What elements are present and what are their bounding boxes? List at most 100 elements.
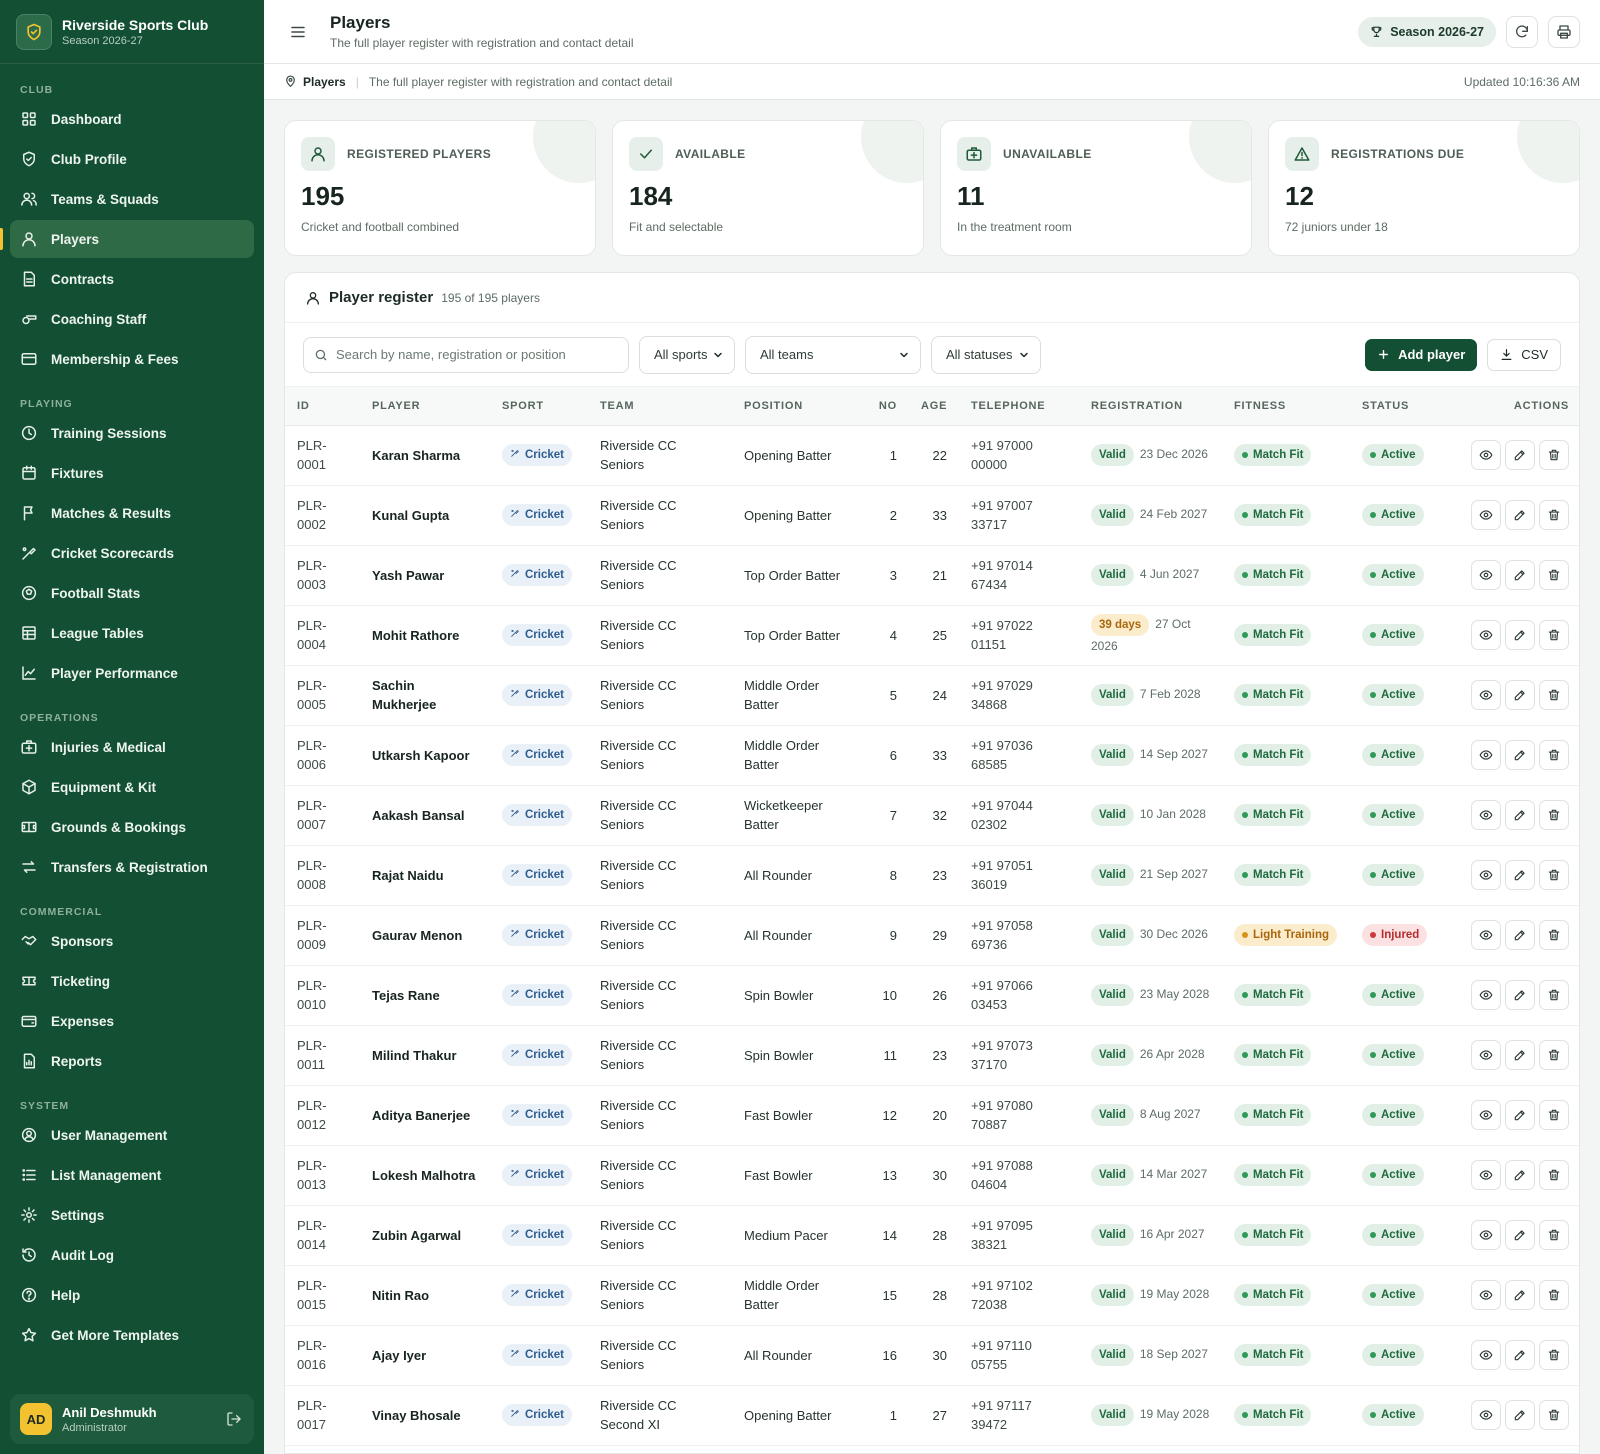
sidebar-item-transfers[interactable]: Transfers & Registration: [10, 848, 254, 886]
delete-button[interactable]: [1539, 1220, 1569, 1250]
player-name[interactable]: Mohit Rathore: [360, 605, 490, 666]
sidebar-item-sponsors[interactable]: Sponsors: [10, 922, 254, 960]
sidebar-item-user-mgmt[interactable]: User Management: [10, 1116, 254, 1154]
view-button[interactable]: [1471, 1100, 1501, 1130]
player-name[interactable]: Ajay Iyer: [360, 1325, 490, 1386]
sidebar-item-settings[interactable]: Settings: [10, 1196, 254, 1234]
player-name[interactable]: Tejas Rane: [360, 965, 490, 1026]
edit-button[interactable]: [1505, 740, 1535, 770]
edit-button[interactable]: [1505, 560, 1535, 590]
player-name[interactable]: Nitin Rao: [360, 1265, 490, 1326]
view-button[interactable]: [1471, 1160, 1501, 1190]
sidebar-item-equipment[interactable]: Equipment & Kit: [10, 768, 254, 806]
delete-button[interactable]: [1539, 740, 1569, 770]
delete-button[interactable]: [1539, 1100, 1569, 1130]
search-box[interactable]: [303, 336, 629, 373]
sidebar-item-players[interactable]: Players: [0, 220, 254, 258]
sidebar-item-club-profile[interactable]: Club Profile: [10, 140, 254, 178]
sidebar-item-dashboard[interactable]: Dashboard: [10, 100, 254, 138]
delete-button[interactable]: [1539, 860, 1569, 890]
view-button[interactable]: [1471, 740, 1501, 770]
view-button[interactable]: [1471, 560, 1501, 590]
search-input[interactable]: [336, 347, 616, 362]
sport-filter-select[interactable]: All sports: [639, 335, 735, 374]
view-button[interactable]: [1471, 860, 1501, 890]
player-name[interactable]: Aakash Bansal: [360, 785, 490, 846]
logout-icon[interactable]: [224, 1409, 244, 1429]
edit-button[interactable]: [1505, 1400, 1535, 1430]
delete-button[interactable]: [1539, 1400, 1569, 1430]
edit-button[interactable]: [1505, 860, 1535, 890]
edit-button[interactable]: [1505, 620, 1535, 650]
player-name[interactable]: Karan Sharma: [360, 425, 490, 486]
edit-button[interactable]: [1505, 920, 1535, 950]
table-row[interactable]: PLR-0004 Mohit Rathore Cricket Riverside CC…: [285, 605, 1579, 666]
table-row[interactable]: PLR-0014 Zubin Agarwal Cricket Riverside CC…: [285, 1205, 1579, 1266]
player-name[interactable]: Yash Pawar: [360, 545, 490, 606]
edit-button[interactable]: [1505, 1040, 1535, 1070]
delete-button[interactable]: [1539, 1340, 1569, 1370]
edit-button[interactable]: [1505, 1160, 1535, 1190]
table-row[interactable]: PLR-0017 Vinay Bhosale Cricket Riverside CC…: [285, 1385, 1579, 1446]
view-button[interactable]: [1471, 1280, 1501, 1310]
table-row[interactable]: PLR-0008 Rajat Naidu Cricket Riverside CC S…: [285, 845, 1579, 906]
sidebar-item-expenses[interactable]: Expenses: [10, 1002, 254, 1040]
table-row[interactable]: PLR-0003 Yash Pawar Cricket Riverside CC Se…: [285, 545, 1579, 606]
sidebar-item-templates[interactable]: Get More Templates: [10, 1316, 254, 1354]
delete-button[interactable]: [1539, 800, 1569, 830]
edit-button[interactable]: [1505, 440, 1535, 470]
edit-button[interactable]: [1505, 980, 1535, 1010]
season-selector[interactable]: Season 2026-27: [1358, 16, 1496, 47]
view-button[interactable]: [1471, 620, 1501, 650]
sidebar-item-football[interactable]: Football Stats: [10, 574, 254, 612]
edit-button[interactable]: [1505, 1280, 1535, 1310]
delete-button[interactable]: [1539, 680, 1569, 710]
print-button[interactable]: [1548, 15, 1580, 48]
sidebar-item-training[interactable]: Training Sessions: [10, 414, 254, 452]
brand[interactable]: Riverside Sports Club Season 2026-27: [0, 0, 264, 64]
sidebar-item-membership[interactable]: Membership & Fees: [10, 340, 254, 378]
view-button[interactable]: [1471, 980, 1501, 1010]
delete-button[interactable]: [1539, 920, 1569, 950]
team-filter-select[interactable]: All teams: [745, 335, 921, 374]
status-filter-select[interactable]: All statuses: [931, 335, 1041, 374]
player-name[interactable]: Gaurav Menon: [360, 905, 490, 966]
edit-button[interactable]: [1505, 1220, 1535, 1250]
sidebar-item-list-mgmt[interactable]: List Management: [10, 1156, 254, 1194]
menu-icon[interactable]: [284, 18, 312, 46]
view-button[interactable]: [1471, 440, 1501, 470]
view-button[interactable]: [1471, 680, 1501, 710]
delete-button[interactable]: [1539, 560, 1569, 590]
delete-button[interactable]: [1539, 440, 1569, 470]
sidebar-item-league[interactable]: League Tables: [10, 614, 254, 652]
view-button[interactable]: [1471, 800, 1501, 830]
player-name[interactable]: Zubin Agarwal: [360, 1205, 490, 1266]
view-button[interactable]: [1471, 1340, 1501, 1370]
csv-export-button[interactable]: CSV: [1487, 338, 1561, 371]
table-row[interactable]: PLR-0015 Nitin Rao Cricket Riverside CC Sen…: [285, 1265, 1579, 1326]
table-row[interactable]: PLR-0005 Sachin Mukherjee Cricket Riverside…: [285, 665, 1579, 726]
sidebar-item-scorecards[interactable]: Cricket Scorecards: [10, 534, 254, 572]
edit-button[interactable]: [1505, 1340, 1535, 1370]
sidebar-item-fixtures[interactable]: Fixtures: [10, 454, 254, 492]
view-button[interactable]: [1471, 920, 1501, 950]
sidebar-item-contracts[interactable]: Contracts: [10, 260, 254, 298]
sidebar-item-audit[interactable]: Audit Log: [10, 1236, 254, 1274]
table-row[interactable]: PLR-0009 Gaurav Menon Cricket Riverside CC …: [285, 905, 1579, 966]
delete-button[interactable]: [1539, 980, 1569, 1010]
sidebar-item-reports[interactable]: Reports: [10, 1042, 254, 1080]
sidebar-item-teams[interactable]: Teams & Squads: [10, 180, 254, 218]
sidebar-item-coaching[interactable]: Coaching Staff: [10, 300, 254, 338]
table-row[interactable]: PLR-0016 Ajay Iyer Cricket Riverside CC Sen…: [285, 1325, 1579, 1386]
edit-button[interactable]: [1505, 500, 1535, 530]
add-player-button[interactable]: Add player: [1365, 338, 1478, 371]
user-card[interactable]: AD Anil Deshmukh Administrator: [10, 1394, 254, 1444]
breadcrumb-current[interactable]: Players: [303, 75, 346, 89]
player-name[interactable]: Vinay Bhosale: [360, 1385, 490, 1446]
player-name[interactable]: Aditya Banerjee: [360, 1085, 490, 1146]
sidebar-item-ticketing[interactable]: Ticketing: [10, 962, 254, 1000]
table-row[interactable]: PLR-0010 Tejas Rane Cricket Riverside CC Se…: [285, 965, 1579, 1026]
sidebar-item-matches[interactable]: Matches & Results: [10, 494, 254, 532]
refresh-button[interactable]: [1506, 15, 1538, 48]
delete-button[interactable]: [1539, 1280, 1569, 1310]
